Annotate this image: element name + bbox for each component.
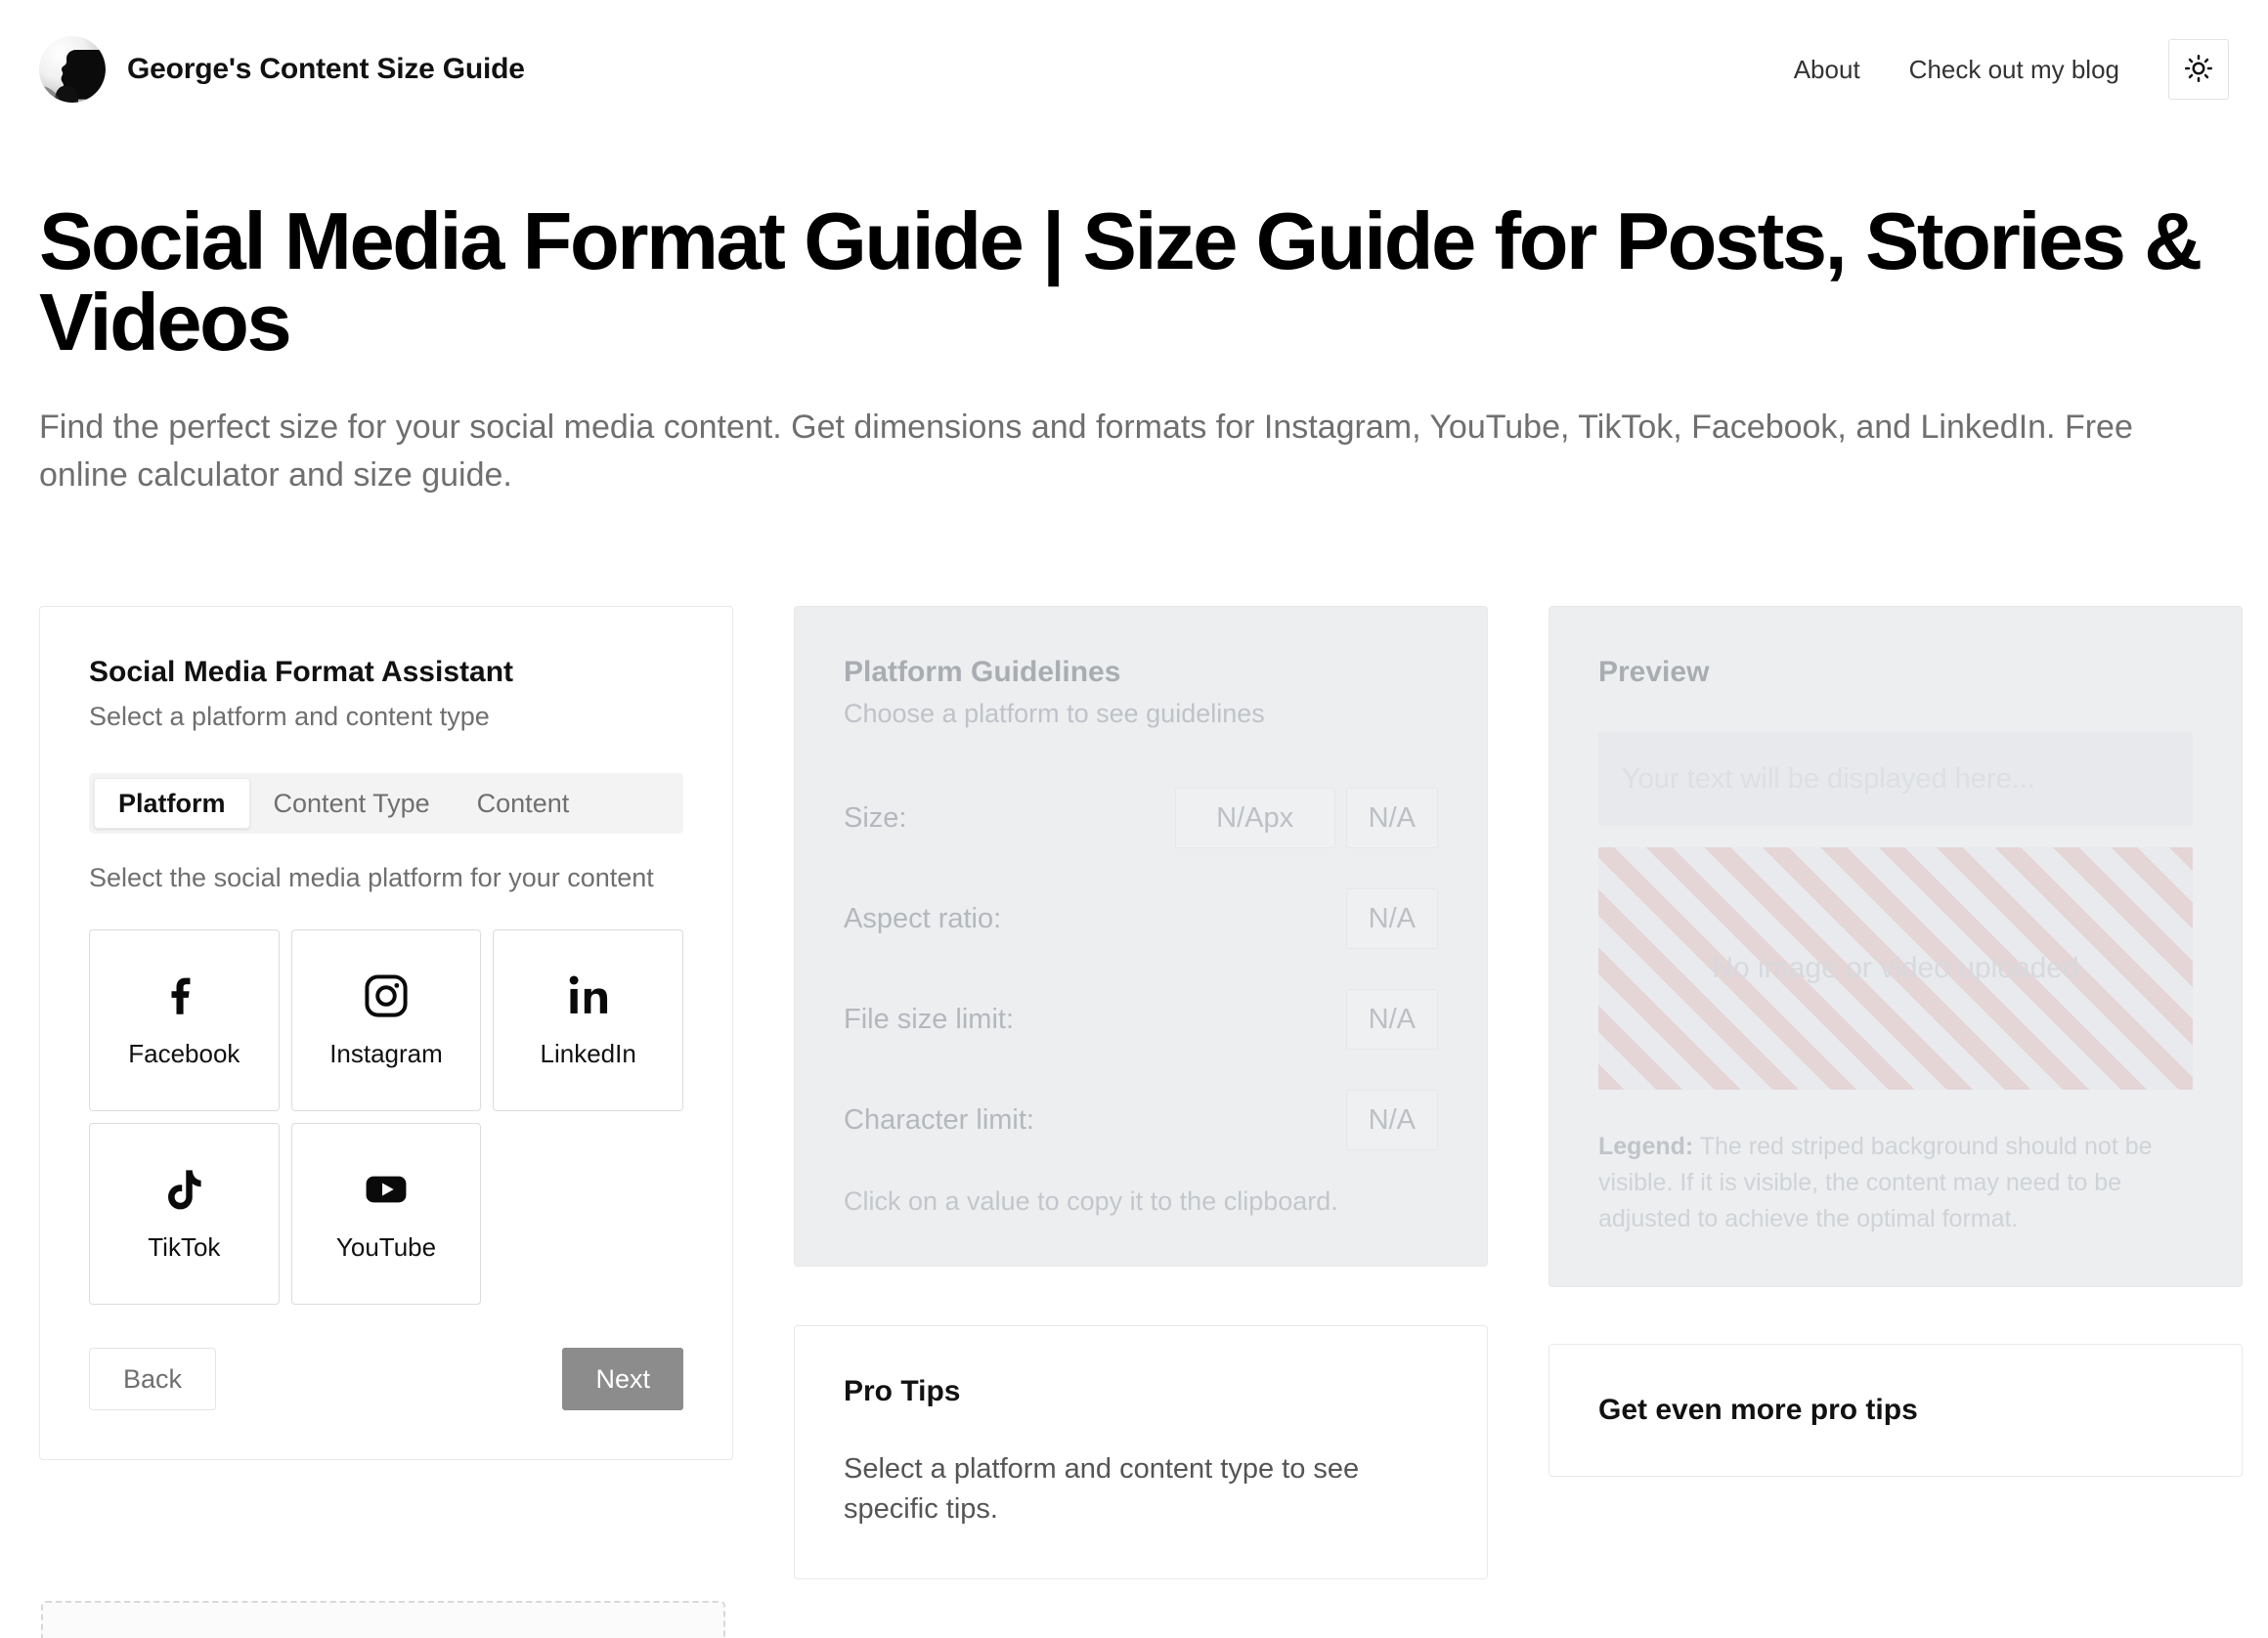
sun-icon	[2184, 54, 2213, 86]
guideline-label: Aspect ratio:	[844, 902, 1002, 934]
preview-legend: Legend: The red striped background shoul…	[1598, 1129, 2193, 1237]
nav-link-about[interactable]: About	[1794, 55, 1860, 85]
guideline-value[interactable]: N/A	[1345, 1090, 1438, 1150]
guideline-row-file-size-limit: File size limit: N/A	[844, 985, 1438, 1054]
assistant-card: Social Media Format Assistant Select a p…	[39, 606, 733, 1461]
youtube-icon	[362, 1165, 411, 1219]
brand[interactable]: George's Content Size Guide	[39, 36, 525, 103]
platform-label: YouTube	[335, 1232, 437, 1263]
platform-label: TikTok	[148, 1232, 221, 1263]
guidelines-title: Platform Guidelines	[844, 656, 1121, 688]
site-header: George's Content Size Guide About Check …	[0, 0, 2268, 139]
guideline-label: Size:	[844, 801, 907, 834]
platform-grid: Facebook Instagram LinkedIn TikTok YouTu…	[89, 929, 683, 1306]
platform-option-facebook[interactable]: Facebook	[89, 929, 280, 1112]
nav-link-blog[interactable]: Check out my blog	[1909, 55, 2119, 85]
platform-label: Facebook	[128, 1039, 240, 1069]
guideline-values: N/A	[1345, 1090, 1438, 1150]
platform-option-instagram[interactable]: Instagram	[290, 929, 482, 1112]
platform-option-tiktok[interactable]: TikTok	[89, 1123, 280, 1306]
theme-toggle-button[interactable]	[2168, 39, 2229, 100]
guidelines-footnote: Click on a value to copy it to the clipb…	[844, 1186, 1338, 1216]
guideline-value[interactable]: N/Apx	[1174, 788, 1335, 848]
tiktok-icon	[159, 1165, 208, 1219]
guideline-value[interactable]: N/A	[1345, 788, 1438, 848]
guidelines-rows: Size: N/Apx N/A Aspect ratio: N/A File s…	[844, 784, 1438, 1154]
platform-label: LinkedIn	[540, 1039, 636, 1069]
back-button[interactable]: Back	[89, 1348, 217, 1411]
upload-dropzone[interactable]	[41, 1601, 725, 1638]
avatar	[39, 36, 106, 103]
preview-text-area[interactable]: Your text will be displayed here...	[1598, 732, 2193, 826]
preview-title: Preview	[1598, 656, 1710, 688]
tab-content-type[interactable]: Content Type	[250, 778, 454, 829]
guideline-values: N/A	[1345, 989, 1438, 1050]
guideline-value[interactable]: N/A	[1345, 888, 1438, 949]
legend-label: Legend:	[1598, 1133, 1694, 1160]
wizard-actions: Back Next	[89, 1348, 683, 1411]
platform-option-linkedin[interactable]: LinkedIn	[493, 929, 683, 1112]
tab-content[interactable]: Content	[454, 778, 593, 829]
pro-tips-title: Pro Tips	[844, 1375, 961, 1407]
instagram-icon	[362, 971, 411, 1025]
assistant-tabs: Platform Content Type Content	[89, 773, 683, 834]
assistant-title: Social Media Format Assistant	[89, 656, 514, 688]
column-assistant: Social Media Format Assistant Select a p…	[39, 606, 733, 1461]
guideline-values: N/Apx N/A	[1174, 788, 1438, 848]
pro-tips-body: Select a platform and content type to se…	[844, 1453, 1360, 1526]
tab-hint: Select the social media platform for you…	[89, 863, 654, 892]
platform-label: Instagram	[329, 1039, 443, 1069]
more-pro-tips-card: Get even more pro tips	[1548, 1344, 2243, 1477]
guidelines-subtitle: Choose a platform to see guidelines	[844, 699, 1265, 728]
guideline-label: Character limit:	[844, 1103, 1034, 1136]
page-title: Social Media Format Guide | Size Guide f…	[39, 195, 2203, 367]
facebook-icon	[159, 971, 208, 1025]
header-nav: About Check out my blog	[1794, 39, 2229, 100]
next-button[interactable]: Next	[562, 1348, 683, 1411]
preview-card: Preview Your text will be displayed here…	[1548, 606, 2243, 1287]
pro-tips-card: Pro Tips Select a platform and content t…	[794, 1325, 1488, 1580]
brand-title: George's Content Size Guide	[127, 53, 525, 85]
guideline-value[interactable]: N/A	[1345, 989, 1438, 1050]
guideline-row-character-limit: Character limit: N/A	[844, 1086, 1438, 1154]
guideline-row-aspect-ratio: Aspect ratio: N/A	[844, 884, 1438, 953]
platform-grid-empty-slot	[493, 1123, 683, 1305]
assistant-subtitle: Select a platform and content type	[89, 702, 490, 731]
guideline-values: N/A	[1345, 888, 1438, 949]
page-subtitle: Find the perfect size for your social me…	[39, 409, 2133, 495]
platform-option-youtube[interactable]: YouTube	[290, 1123, 482, 1306]
linkedin-icon	[564, 971, 613, 1025]
more-pro-tips-title: Get even more pro tips	[1598, 1394, 1918, 1426]
main-columns: Social Media Format Assistant Select a p…	[39, 606, 2243, 1580]
hero: Social Media Format Guide | Size Guide f…	[39, 200, 2234, 500]
tab-platform[interactable]: Platform	[94, 778, 250, 829]
guideline-row-size: Size: N/Apx N/A	[844, 784, 1438, 852]
preview-media-area[interactable]: No image or video uploaded	[1598, 847, 2193, 1090]
guideline-label: File size limit:	[844, 1003, 1015, 1035]
guidelines-card: Platform Guidelines Choose a platform to…	[794, 606, 1488, 1267]
column-guidelines: Platform Guidelines Choose a platform to…	[794, 606, 1488, 1580]
column-preview: Preview Your text will be displayed here…	[1548, 606, 2243, 1477]
